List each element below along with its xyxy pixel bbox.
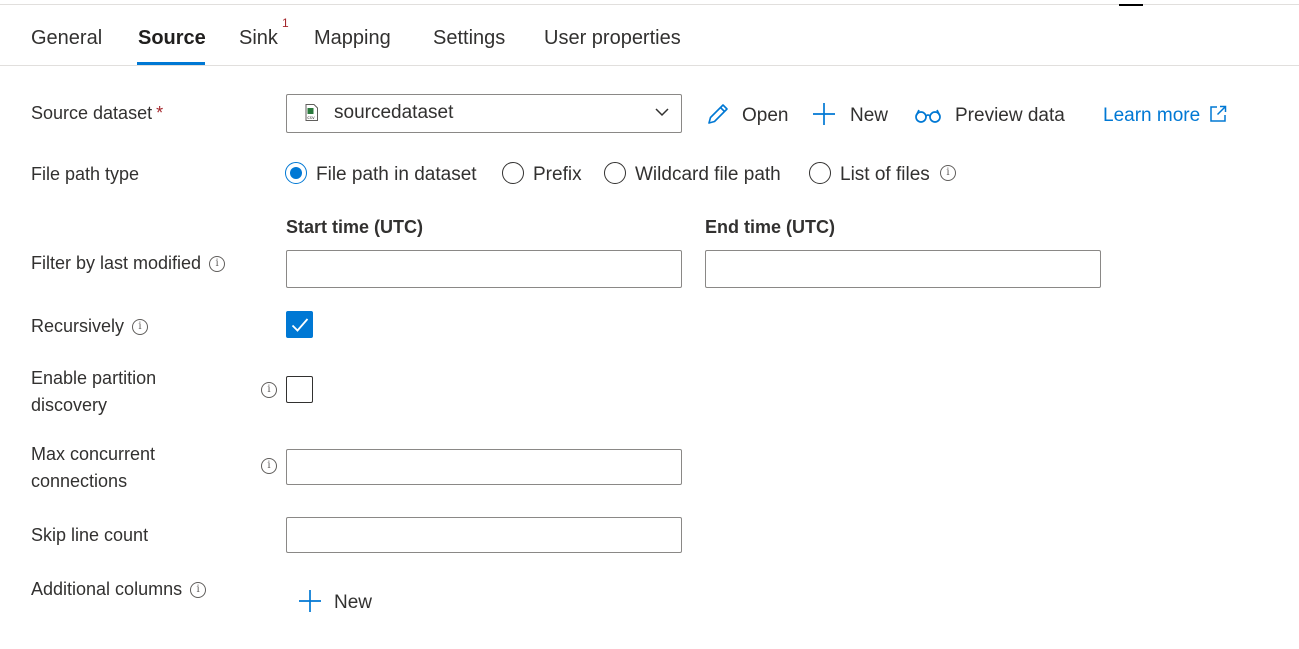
tab-divider — [0, 65, 1299, 66]
recursively-info-icon[interactable]: i — [132, 319, 149, 335]
end-time-input[interactable] — [705, 250, 1101, 288]
tab-mapping[interactable]: Mapping — [314, 27, 391, 50]
tab-general[interactable]: General — [31, 27, 102, 50]
tab-sink[interactable]: Sink — [239, 27, 278, 50]
new-dataset-button-label: New — [850, 105, 889, 126]
sink-error-badge: 1 — [282, 16, 289, 30]
radio-indicator — [604, 162, 626, 184]
start-time-label: Start time (UTC) — [286, 217, 424, 237]
radio-label: Wildcard file path — [635, 164, 781, 185]
radio-selected-indicator — [285, 162, 307, 184]
svg-text:csv: csv — [307, 116, 315, 121]
max-concurrent-input[interactable] — [286, 449, 682, 485]
partition-discovery-label: Enable partition discovery — [31, 368, 157, 415]
max-concurrent-label: Max concurrent connections — [31, 444, 156, 491]
preview-data-button-label: Preview data — [955, 105, 1065, 126]
chevron-down-icon — [655, 108, 669, 117]
radio-label: List of files — [840, 164, 930, 185]
add-column-button-label: New — [334, 592, 373, 613]
partition-info-icon[interactable]: i — [261, 382, 277, 398]
checkmark-icon — [291, 318, 309, 332]
required-mark: * — [156, 103, 164, 123]
max-concurrent-info-icon[interactable]: i — [261, 458, 277, 474]
plus-icon — [813, 103, 835, 125]
skip-line-count-input[interactable] — [286, 517, 682, 553]
external-link-icon — [1210, 105, 1227, 122]
csv-file-icon: csv — [305, 104, 318, 121]
filter-last-modified-label: Filter by last modified i — [31, 250, 226, 277]
additional-columns-label: Additional columns i — [31, 576, 207, 603]
tab-source[interactable]: Source — [138, 27, 206, 50]
glasses-icon — [915, 109, 941, 123]
preview-data-button[interactable]: Preview data — [914, 101, 1066, 131]
source-dataset-value: sourcedataset — [334, 102, 454, 123]
end-time-label: End time (UTC) — [705, 217, 835, 237]
open-button[interactable]: Open — [705, 101, 791, 131]
radio-label: Prefix — [533, 164, 582, 185]
radio-indicator — [809, 162, 831, 184]
radio-label: File path in dataset — [316, 164, 477, 185]
source-dataset-dropdown[interactable]: csv sourcedataset — [286, 94, 682, 133]
plus-icon — [299, 590, 321, 612]
recursively-label: Recursively i — [31, 313, 149, 340]
skip-line-count-label: Skip line count — [31, 525, 149, 545]
radio-indicator — [502, 162, 524, 184]
tab-bar: General Source Sink 1 Mapping Settings U… — [0, 0, 1299, 66]
tab-user-properties[interactable]: User properties — [544, 27, 681, 50]
open-button-label: Open — [742, 105, 789, 126]
recursively-checkbox[interactable] — [286, 311, 313, 338]
partition-discovery-checkbox[interactable] — [286, 376, 313, 403]
source-dataset-label: Source dataset * — [31, 103, 164, 123]
tab-settings[interactable]: Settings — [433, 27, 505, 50]
file-path-type-label: File path type — [31, 164, 140, 184]
learn-more-link[interactable]: Learn more — [1103, 105, 1227, 127]
pencil-icon — [708, 104, 728, 124]
filter-info-icon[interactable]: i — [209, 256, 226, 272]
start-time-input[interactable] — [286, 250, 682, 288]
list-of-files-info-icon[interactable]: i — [940, 165, 956, 181]
new-dataset-button[interactable]: New — [812, 101, 892, 131]
additional-columns-info-icon[interactable]: i — [190, 582, 207, 598]
